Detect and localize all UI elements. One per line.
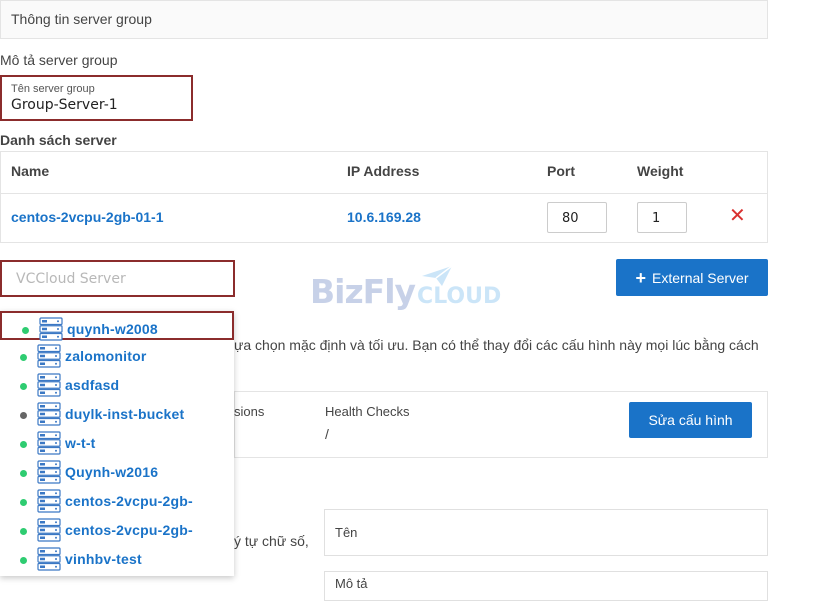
server-icon <box>37 547 61 571</box>
dropdown-item-label: w-t-t <box>65 435 96 451</box>
edit-config-button[interactable]: Sửa cấu hình <box>629 402 752 438</box>
status-dot-icon <box>22 327 29 334</box>
paper-plane-icon <box>422 265 453 286</box>
server-icon <box>37 518 61 542</box>
dropdown-item[interactable]: centos-2vcpu-2gb- <box>0 514 234 543</box>
info-text: ựa chọn mặc định và tối ưu. Bạn có thể t… <box>234 337 759 353</box>
dropdown-item[interactable]: centos-2vcpu-2gb- <box>0 485 234 514</box>
server-search-field[interactable] <box>0 260 235 297</box>
dropdown-item[interactable]: vinhbv-test <box>0 543 234 572</box>
dropdown-item-label: centos-2vcpu-2gb- <box>65 522 193 538</box>
column-header-name: Name <box>11 163 50 179</box>
dropdown-item[interactable]: zalomonitor <box>0 340 234 369</box>
status-dot-icon <box>20 383 27 390</box>
name-field[interactable]: Tên <box>324 509 768 556</box>
dropdown-item-label: vinhbv-test <box>65 551 142 567</box>
status-dot-icon <box>20 557 27 564</box>
dropdown-item-label: Quynh-w2016 <box>65 464 159 480</box>
description-field-label: Mô tả <box>335 576 368 591</box>
dropdown-item[interactable]: Quynh-w2016 <box>0 456 234 485</box>
dropdown-item-label: centos-2vcpu-2gb- <box>65 493 193 509</box>
column-header-weight: Weight <box>637 163 684 179</box>
server-list-title: Danh sách server <box>0 132 117 148</box>
status-dot-icon <box>20 528 27 535</box>
status-dot-icon <box>20 470 27 477</box>
name-hint-text: ý tự chữ số, <box>234 533 309 549</box>
description-field[interactable]: Mô tả <box>324 571 768 601</box>
group-name-label: Tên server group <box>11 83 95 95</box>
description-label: Mô tả server group <box>0 52 118 68</box>
server-search-input[interactable] <box>2 262 233 295</box>
server-name-link[interactable]: centos-2vcpu-2gb-01-1 <box>11 209 163 225</box>
column-header-ip: IP Address <box>347 163 420 179</box>
dropdown-item-label: duylk-inst-bucket <box>65 406 185 422</box>
dropdown-item[interactable]: asdfasd <box>0 369 234 398</box>
section-title: Thông tin server group <box>11 11 152 27</box>
dropdown-item[interactable]: quynh-w2008 <box>0 311 234 341</box>
dropdown-item[interactable]: w-t-t <box>0 427 234 456</box>
external-server-label: External Server <box>652 269 749 286</box>
status-dot-icon <box>20 412 27 419</box>
status-dot-icon <box>20 499 27 506</box>
group-name-value[interactable]: Group-Server-1 <box>11 97 118 113</box>
health-checks-value: / <box>325 426 329 442</box>
server-ip: 10.6.169.28 <box>347 209 421 225</box>
server-icon <box>37 489 61 513</box>
server-icon <box>37 460 61 484</box>
dropdown-item[interactable]: duylk-inst-bucket <box>0 398 234 427</box>
server-icon <box>37 373 61 397</box>
column-header-port: Port <box>547 163 575 179</box>
external-server-button[interactable]: + External Server <box>616 259 768 296</box>
dropdown-item-label: asdfasd <box>65 377 120 393</box>
health-checks-label: Health Checks <box>325 404 410 419</box>
server-icon <box>39 317 63 341</box>
weight-input[interactable]: 1 <box>637 202 687 233</box>
server-icon <box>37 344 61 368</box>
status-dot-icon <box>20 354 27 361</box>
status-dot-icon <box>20 441 27 448</box>
delete-icon[interactable]: ✕ <box>729 206 746 226</box>
plus-icon: + <box>635 267 647 288</box>
dropdown-item-label: quynh-w2008 <box>67 321 158 337</box>
server-icon <box>37 402 61 426</box>
table-header-divider <box>1 193 767 194</box>
group-name-field[interactable]: Tên server group Group-Server-1 <box>0 75 193 121</box>
name-field-label: Tên <box>335 525 358 540</box>
config-col1-label: sions <box>234 404 265 419</box>
server-icon <box>37 431 61 455</box>
server-dropdown: quynh-w2008 zalomonitor asdfasd duylk-inst-… <box>0 311 234 576</box>
dropdown-item-label: zalomonitor <box>65 348 147 364</box>
port-input[interactable]: 80 <box>547 202 607 233</box>
bizfly-cloud-logo: BizFlyCLOUD <box>310 265 501 311</box>
logo-text: BizFly <box>310 272 416 311</box>
